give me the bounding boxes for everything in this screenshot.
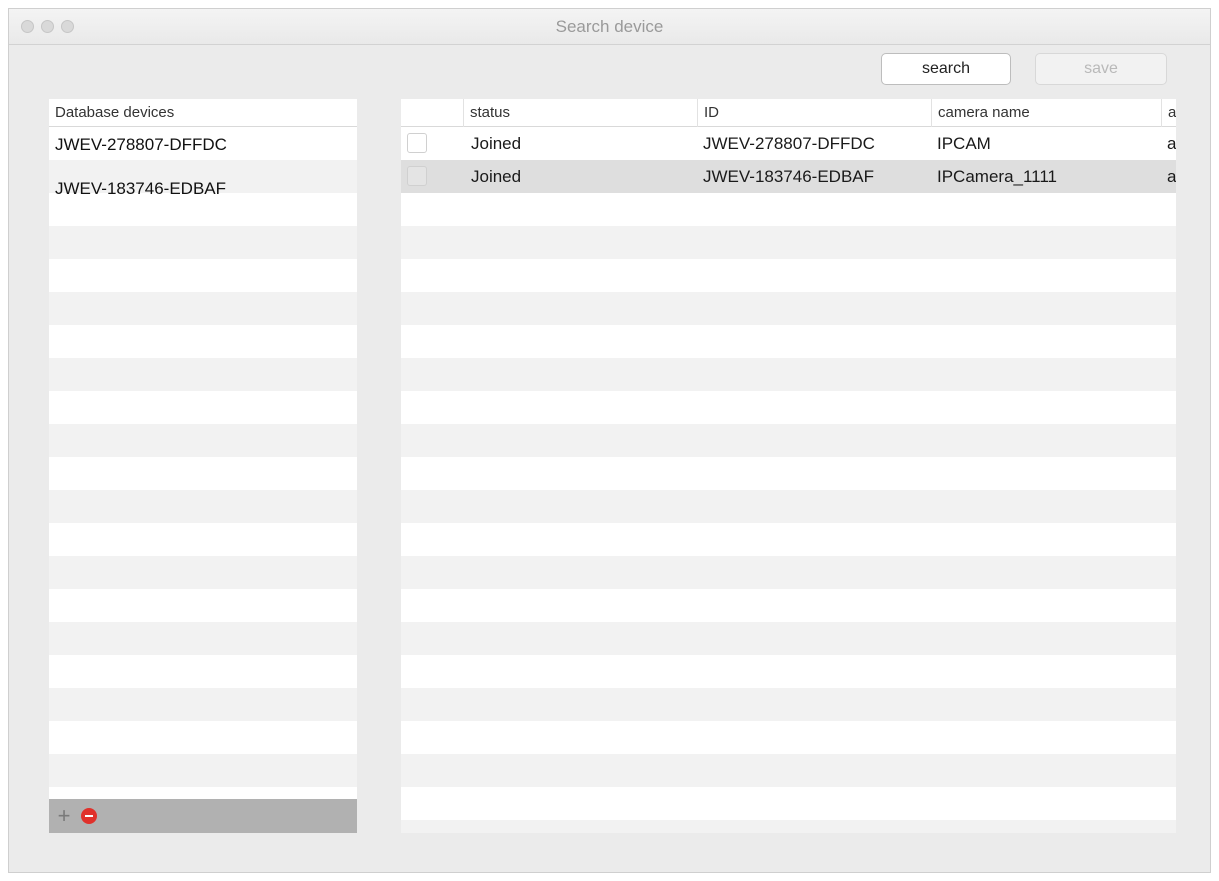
database-devices-list: Database devices JWEV-278807-DFFDC JWEV-… xyxy=(49,99,357,833)
column-header-extra[interactable]: a xyxy=(1161,99,1176,127)
cell-status: Joined xyxy=(471,134,522,153)
table-body: Joined JWEV-278807-DFFDC IPCAM a Joined … xyxy=(401,127,1176,833)
cell-status: Joined xyxy=(471,167,522,186)
title-bar: Search device xyxy=(9,9,1210,45)
row-checkbox[interactable] xyxy=(407,166,427,186)
list-footer-bar: + xyxy=(49,799,357,833)
search-button[interactable]: search xyxy=(881,53,1011,85)
plus-icon[interactable]: + xyxy=(55,805,73,827)
save-button[interactable]: save xyxy=(1035,53,1167,85)
window-title: Search device xyxy=(555,17,664,36)
minus-circle-icon[interactable] xyxy=(81,808,97,824)
search-results-table: status ID camera name a Joined JWEV-2788… xyxy=(401,99,1176,833)
column-header-checkbox[interactable] xyxy=(401,99,463,127)
list-item[interactable]: JWEV-278807-DFFDC xyxy=(49,127,357,171)
list-item[interactable]: JWEV-183746-EDBAF xyxy=(49,171,357,215)
cell-camera-name: IPCAM xyxy=(937,134,991,153)
cell-id: JWEV-278807-DFFDC xyxy=(703,134,875,153)
column-header-id[interactable]: ID xyxy=(697,99,931,127)
cell-extra: a xyxy=(1167,134,1176,153)
table-row[interactable]: Joined JWEV-183746-EDBAF IPCamera_1111 a xyxy=(401,160,1176,193)
search-device-window: Search device search save Database devic… xyxy=(8,8,1211,873)
database-devices-header: Database devices xyxy=(49,99,357,127)
table-header: status ID camera name a xyxy=(401,99,1176,127)
cell-id: JWEV-183746-EDBAF xyxy=(703,167,875,186)
cell-extra: a xyxy=(1167,167,1176,186)
cell-camera-name: IPCamera_1111 xyxy=(937,167,1058,186)
table-row[interactable]: Joined JWEV-278807-DFFDC IPCAM a xyxy=(401,127,1176,160)
column-header-camera-name[interactable]: camera name xyxy=(931,99,1161,127)
row-checkbox[interactable] xyxy=(407,133,427,153)
column-header-status[interactable]: status xyxy=(463,99,697,127)
database-devices-body: JWEV-278807-DFFDC JWEV-183746-EDBAF xyxy=(49,127,357,799)
